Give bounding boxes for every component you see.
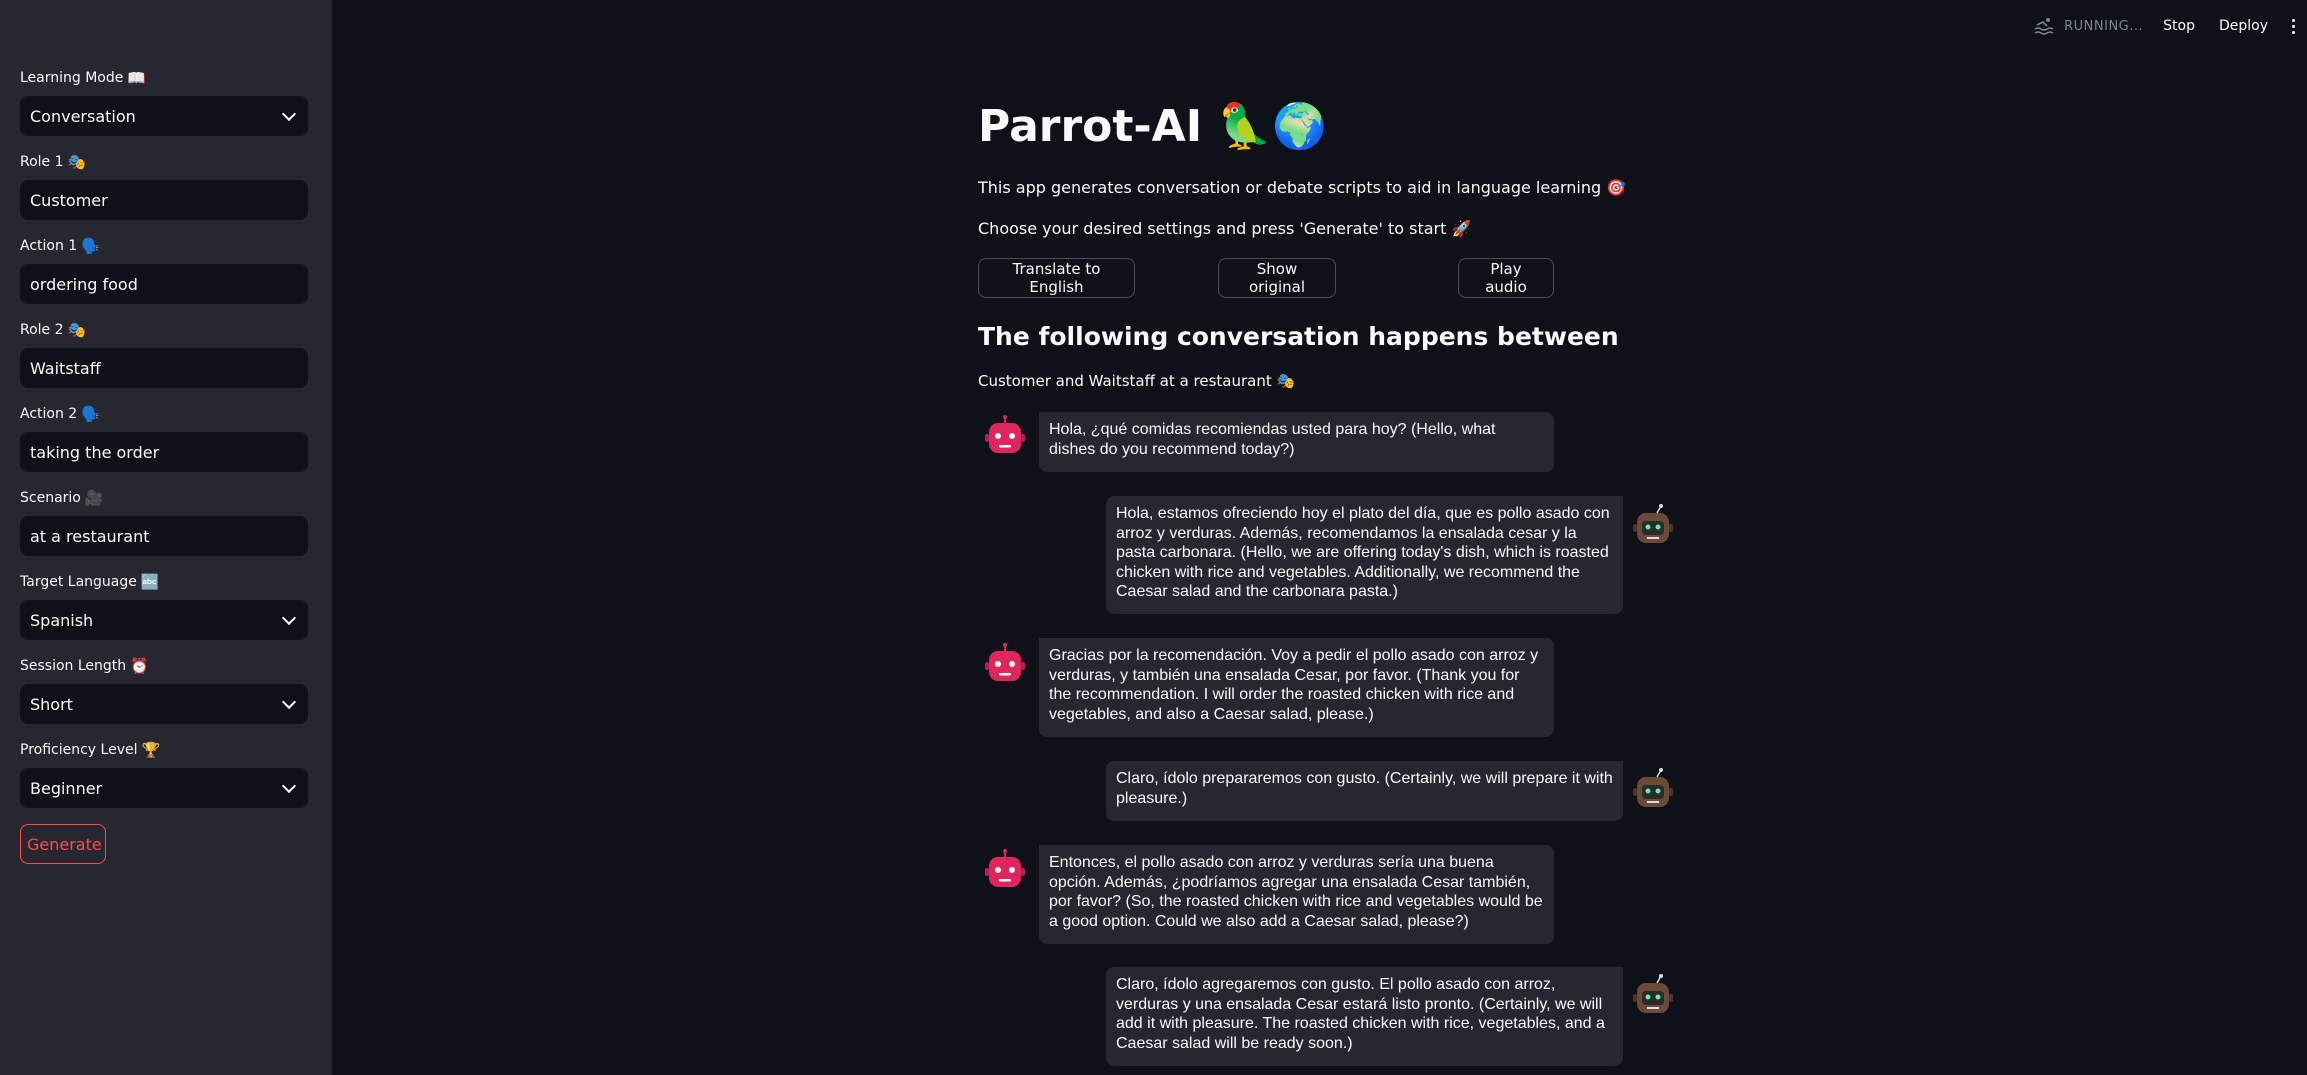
robot-avatar-brown-icon xyxy=(1633,974,1673,1013)
chevron-down-icon xyxy=(281,610,297,626)
robot-avatar-brown-icon xyxy=(1633,504,1673,543)
alarm-clock-icon: ⏰ xyxy=(130,657,149,675)
chevron-down-icon xyxy=(281,778,297,794)
theater-masks-icon: 🎭 xyxy=(67,153,87,171)
role2-field: Role 2 🎭 Waitstaff xyxy=(20,320,308,388)
message-bubble: Claro, ídolo agregaremos con gusto. El p… xyxy=(1106,967,1623,1066)
role2-input[interactable]: Waitstaff xyxy=(20,348,308,388)
speaking-head-icon: 🗣️ xyxy=(81,237,100,255)
target-language-field: Target Language 🔤 Spanish xyxy=(20,572,308,640)
section-heading: The following conversation happens betwe… xyxy=(978,322,1619,351)
session-length-field: Session Length ⏰ Short xyxy=(20,656,308,724)
message-bubble: Gracias por la recomendación. Voy a pedi… xyxy=(1039,638,1554,737)
abc-icon: 🔤 xyxy=(140,573,160,591)
field-label: Action 2 xyxy=(20,406,78,422)
sidebar: Learning Mode 📖 Conversation Role 1 🎭 Cust… xyxy=(0,0,332,1075)
trophy-icon: 🏆 xyxy=(141,741,161,759)
action1-input[interactable]: ordering food xyxy=(20,264,308,304)
instructions: Choose your desired settings and press '… xyxy=(978,219,1472,238)
field-label: Session Length xyxy=(20,658,127,674)
field-label: Learning Mode xyxy=(20,70,124,86)
header-toolbar: RUNNING... Stop Deploy xyxy=(2034,14,2307,38)
learning-mode-field: Learning Mode 📖 Conversation xyxy=(20,68,308,136)
action2-input[interactable]: taking the order xyxy=(20,432,308,472)
role1-input[interactable]: Customer xyxy=(20,180,308,220)
robot-avatar-brown-icon xyxy=(1633,768,1673,807)
generate-button[interactable]: Generate xyxy=(20,824,106,864)
session-length-select[interactable]: Short xyxy=(20,684,308,724)
proficiency-level-select[interactable]: Beginner xyxy=(20,768,308,808)
chevron-down-icon xyxy=(281,106,297,122)
translate-button[interactable]: Translate to English xyxy=(978,258,1135,298)
message-bubble: Entonces, el pollo asado con arroz y ver… xyxy=(1039,845,1554,944)
robot-avatar-pink-icon xyxy=(985,415,1025,453)
speaking-head-icon: 🗣️ xyxy=(81,405,100,423)
message-bubble: Hola, estamos ofreciendo hoy el plato de… xyxy=(1106,496,1623,614)
app-description: This app generates conversation or debat… xyxy=(978,178,1627,197)
main-menu-icon[interactable] xyxy=(2292,18,2295,34)
field-label: Scenario xyxy=(20,490,81,506)
target-language-select[interactable]: Spanish xyxy=(20,600,308,640)
theater-masks-icon: 🎭 xyxy=(67,321,87,339)
page-title: Parrot-AI 🦜🌍 xyxy=(978,101,1327,152)
robot-avatar-pink-icon xyxy=(985,849,1025,887)
show-original-button[interactable]: Show original xyxy=(1218,258,1336,298)
movie-camera-icon: 🎥 xyxy=(84,489,104,507)
message-bubble: Claro, ídolo prepararemos con gusto. (Ce… xyxy=(1106,761,1623,821)
action2-field: Action 2 🗣️ taking the order xyxy=(20,404,308,472)
learning-mode-select[interactable]: Conversation xyxy=(20,96,308,136)
chevron-down-icon xyxy=(281,694,297,710)
role1-field: Role 1 🎭 Customer xyxy=(20,152,308,220)
field-label: Role 2 xyxy=(20,322,64,338)
robot-avatar-pink-icon xyxy=(985,643,1025,681)
book-icon: 📖 xyxy=(127,69,147,87)
participants-text: Customer and Waitstaff at a restaurant 🎭 xyxy=(978,372,1296,390)
scenario-input[interactable]: at a restaurant xyxy=(20,516,308,556)
scenario-field: Scenario 🎥 at a restaurant xyxy=(20,488,308,556)
running-status: RUNNING... xyxy=(2064,18,2144,34)
deploy-button[interactable]: Deploy xyxy=(2219,18,2268,34)
field-label: Role 1 xyxy=(20,154,64,170)
field-label: Proficiency Level xyxy=(20,742,138,758)
proficiency-level-field: Proficiency Level 🏆 Beginner xyxy=(20,740,308,808)
stop-button[interactable]: Stop xyxy=(2163,18,2195,34)
running-swimmer-icon xyxy=(2034,18,2054,35)
field-label: Target Language xyxy=(20,574,137,590)
play-audio-button[interactable]: Play audio xyxy=(1458,258,1554,298)
field-label: Action 1 xyxy=(20,238,78,254)
action1-field: Action 1 🗣️ ordering food xyxy=(20,236,308,304)
message-bubble: Hola, ¿qué comidas recomiendas usted par… xyxy=(1039,412,1554,472)
